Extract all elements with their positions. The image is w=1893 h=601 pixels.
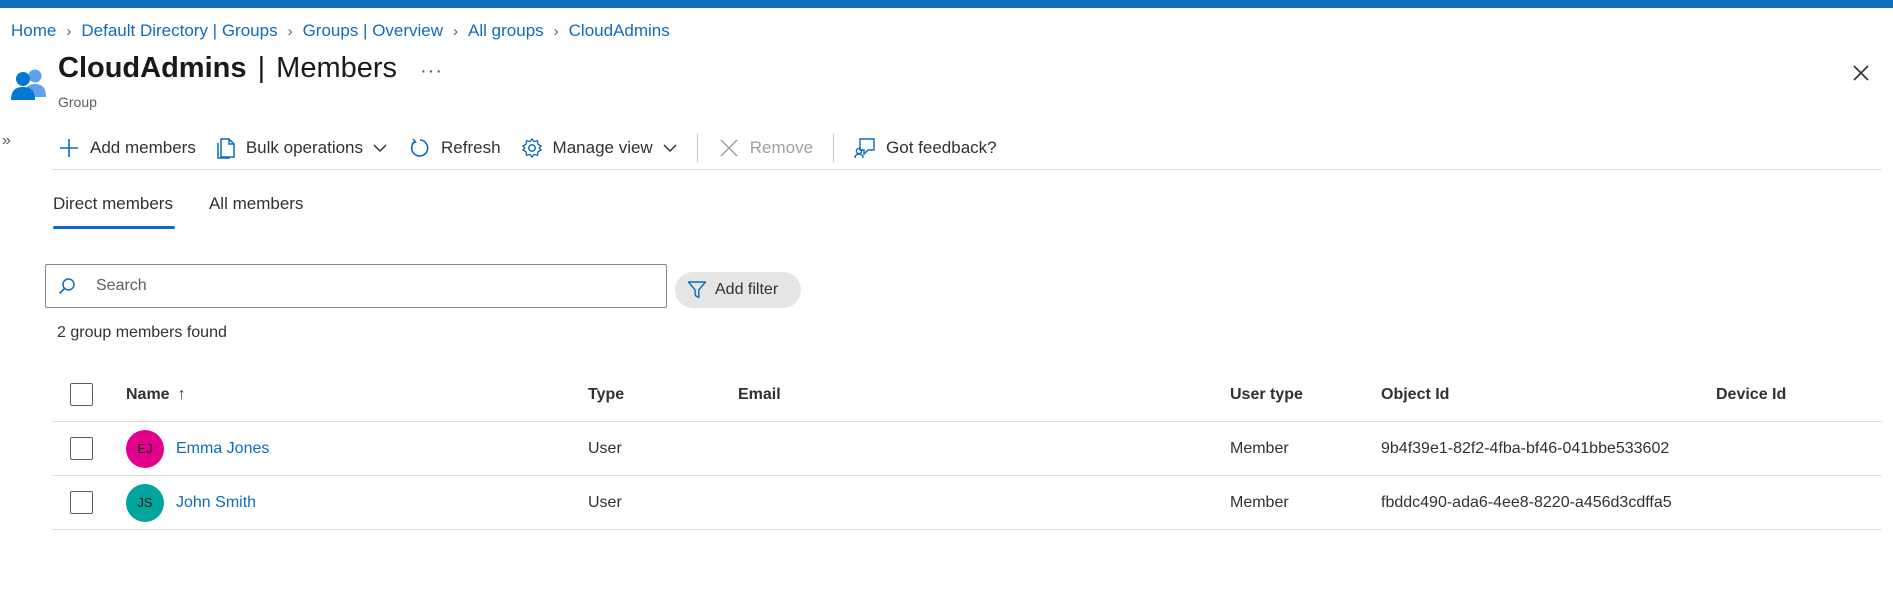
members-table: Name ↑ Type Email User type Object Id Dev… — [52, 368, 1882, 530]
row-select-cell — [70, 422, 93, 475]
sort-ascending-icon: ↑ — [177, 385, 186, 403]
column-header-user-type[interactable]: User type — [1230, 368, 1303, 421]
column-header-name[interactable]: Name ↑ — [126, 368, 186, 421]
column-header-object-id[interactable]: Object Id — [1381, 368, 1449, 421]
group-icon — [11, 69, 46, 100]
breadcrumb-home[interactable]: Home — [11, 21, 56, 41]
remove-label: Remove — [749, 138, 814, 157]
column-header-name-label: Name — [126, 385, 170, 403]
search-input[interactable] — [94, 276, 638, 296]
member-object-id: 9b4f39e1-82f2-4fba-bf46-041bbe533602 — [1381, 439, 1670, 457]
chevron-down-icon — [663, 144, 677, 153]
table-row[interactable]: JS John Smith User Member fbddc490-ada6-… — [52, 476, 1882, 530]
refresh-button[interactable]: Refresh — [409, 133, 501, 163]
feedback-icon — [854, 138, 875, 159]
search-icon — [58, 278, 75, 295]
member-name-cell: JS John Smith — [126, 476, 256, 529]
avatar: EJ — [126, 429, 164, 468]
refresh-label: Refresh — [441, 138, 501, 157]
column-header-email[interactable]: Email — [738, 368, 781, 421]
breadcrumb: Home › Default Directory | Groups › Grou… — [11, 19, 670, 43]
column-header-device-id[interactable]: Device Id — [1716, 368, 1786, 421]
bulk-operations-label: Bulk operations — [245, 138, 364, 157]
page-section: Members — [276, 52, 398, 84]
tab-direct-members[interactable]: Direct members — [53, 194, 175, 229]
member-type: User — [588, 439, 622, 457]
search-box — [45, 264, 667, 308]
filter-icon — [687, 281, 707, 299]
command-bar: Add members Bulk operations Refresh Mana… — [58, 133, 997, 163]
add-members-button[interactable]: Add members — [58, 133, 196, 163]
bulk-operations-button[interactable]: Bulk operations — [216, 133, 387, 163]
row-checkbox[interactable] — [70, 491, 93, 514]
row-checkbox[interactable] — [70, 437, 93, 460]
feedback-label: Got feedback? — [886, 138, 997, 157]
top-bar — [0, 0, 1893, 8]
select-all-checkbox[interactable] — [70, 383, 93, 406]
plus-icon — [60, 139, 78, 157]
more-options-button[interactable]: ··· — [420, 60, 443, 83]
feedback-button[interactable]: Got feedback? — [854, 133, 997, 163]
title-separator: | — [257, 52, 266, 84]
chevron-right-icon: › — [553, 22, 559, 40]
tab-all-members[interactable]: All members — [209, 194, 303, 224]
refresh-icon — [410, 138, 429, 157]
chevron-right-icon: › — [66, 22, 72, 40]
tab-list: Direct members All members — [53, 194, 339, 229]
close-icon[interactable] — [1850, 62, 1872, 84]
page-subtitle: Group — [58, 94, 97, 110]
member-name-cell: EJ Emma Jones — [126, 422, 269, 475]
breadcrumb-default-directory-groups[interactable]: Default Directory | Groups — [81, 21, 277, 41]
manage-view-button[interactable]: Manage view — [521, 133, 677, 163]
manage-view-label: Manage view — [552, 138, 653, 157]
add-filter-button[interactable]: Add filter — [675, 272, 801, 308]
select-all-cell — [70, 368, 93, 421]
breadcrumb-cloudadmins[interactable]: CloudAdmins — [569, 21, 670, 41]
expand-sidebar-icon[interactable]: » — [2, 132, 11, 150]
gear-icon — [521, 137, 542, 159]
table-header-row: Name ↑ Type Email User type Object Id Dev… — [52, 368, 1882, 422]
toolbar-divider — [696, 134, 698, 162]
chevron-right-icon: › — [453, 22, 459, 40]
chevron-right-icon: › — [287, 22, 293, 40]
member-object-id: fbddc490-ada6-4ee8-8220-a456d3cdffa5 — [1381, 493, 1672, 511]
member-user-type: Member — [1230, 439, 1289, 457]
breadcrumb-all-groups[interactable]: All groups — [468, 21, 544, 41]
avatar: JS — [126, 483, 164, 522]
member-user-type: Member — [1230, 493, 1289, 511]
row-select-cell — [70, 476, 93, 529]
page-title: CloudAdmins | Members — [58, 52, 397, 85]
result-count: 2 group members found — [57, 324, 227, 341]
toolbar-divider — [833, 134, 835, 162]
remove-x-icon — [720, 139, 738, 157]
toolbar-divider-line — [52, 169, 1882, 170]
member-name-link[interactable]: Emma Jones — [176, 440, 269, 458]
member-type: User — [588, 493, 622, 511]
add-filter-label: Add filter — [715, 281, 779, 298]
chevron-down-icon — [373, 144, 387, 153]
column-header-type[interactable]: Type — [588, 368, 624, 421]
bulk-operations-icon — [217, 138, 235, 159]
remove-button[interactable]: Remove — [718, 133, 813, 163]
member-name-link[interactable]: John Smith — [176, 494, 256, 512]
group-name: CloudAdmins — [58, 52, 247, 84]
table-row[interactable]: EJ Emma Jones User Member 9b4f39e1-82f2-… — [52, 422, 1882, 476]
add-members-label: Add members — [90, 138, 196, 157]
breadcrumb-groups-overview[interactable]: Groups | Overview — [303, 21, 443, 41]
